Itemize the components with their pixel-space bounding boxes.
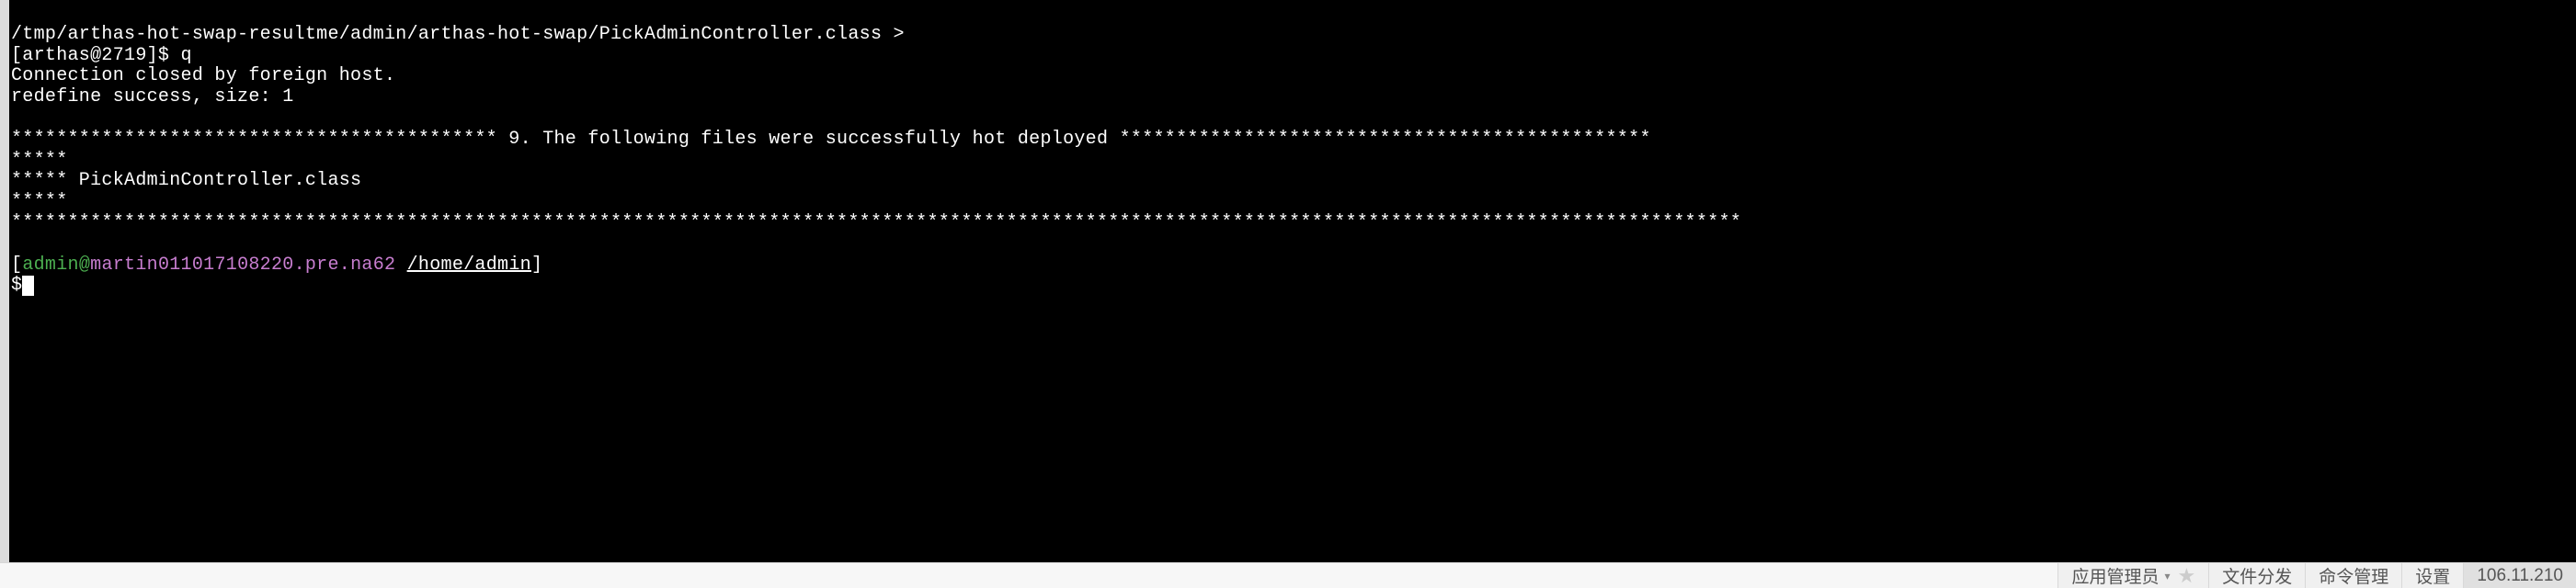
status-bar: 应用管理员 ▾ ★ 文件分发 命令管理 设置 106.11.210	[0, 562, 2576, 588]
star-icon: ★	[2178, 564, 2196, 588]
terminal-line: redefine success, size: 1	[11, 86, 294, 107]
terminal-line: *****	[11, 150, 68, 171]
settings-button[interactable]: 设置	[2401, 563, 2463, 588]
terminal-line: ***** PickAdminController.class	[11, 170, 361, 191]
cursor	[22, 276, 34, 296]
prompt-path: /home/admin	[407, 254, 531, 276]
terminal-output[interactable]: /tmp/arthas-hot-swap-resultme/admin/arth…	[0, 0, 2576, 570]
file-dispatch-button[interactable]: 文件分发	[2208, 563, 2305, 588]
command-mgmt-label: 命令管理	[2319, 563, 2388, 588]
terminal-line: [arthas@2719]$ q	[11, 45, 192, 66]
role-dropdown[interactable]: 应用管理员 ▾ ★	[2057, 563, 2208, 588]
prompt-host: martin011017108220.pre.na62	[90, 254, 395, 276]
ip-label: 106.11.210	[2477, 566, 2563, 586]
prompt-user: admin	[22, 254, 79, 276]
prompt-open-bracket: [	[11, 254, 22, 276]
terminal-line: Connection closed by foreign host.	[11, 65, 395, 86]
prompt-at: @	[79, 254, 90, 276]
settings-label: 设置	[2415, 563, 2450, 588]
terminal-line: /tmp/arthas-hot-swap-resultme/admin/arth…	[11, 24, 905, 45]
prompt-close-bracket: ]	[531, 254, 542, 276]
chevron-down-icon: ▾	[2165, 570, 2171, 582]
prompt-space	[395, 254, 406, 276]
file-dispatch-label: 文件分发	[2222, 563, 2292, 588]
terminal-line: ****************************************…	[11, 212, 1741, 233]
terminal-line: ****************************************…	[11, 129, 1651, 150]
command-mgmt-button[interactable]: 命令管理	[2305, 563, 2401, 588]
prompt-dollar: $	[11, 275, 22, 296]
ip-display: 106.11.210	[2463, 563, 2576, 588]
terminal-line: *****	[11, 191, 68, 212]
role-label: 应用管理员	[2071, 563, 2159, 588]
